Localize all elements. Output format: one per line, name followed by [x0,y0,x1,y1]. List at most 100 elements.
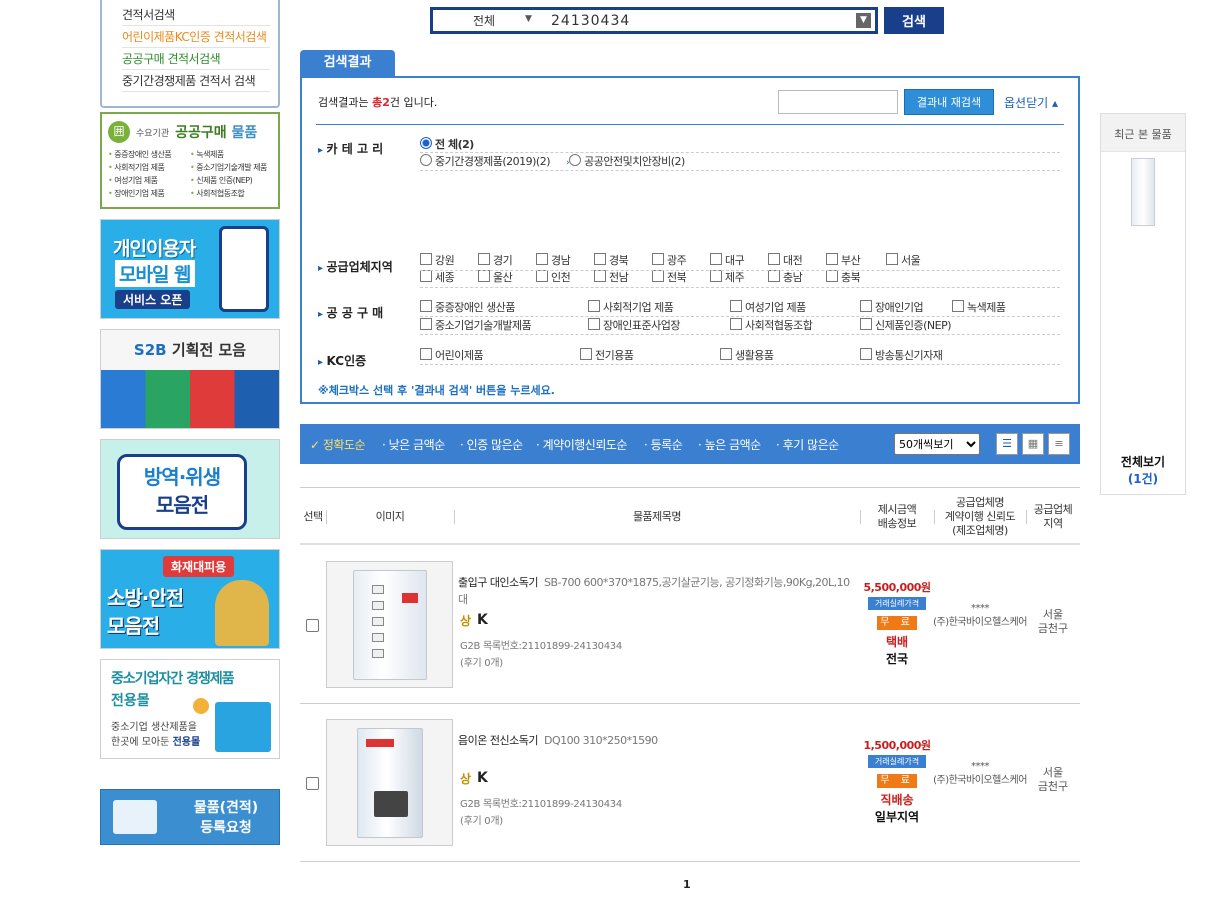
refine-search-input[interactable] [778,90,898,114]
region-option[interactable]: 충북 [826,269,861,285]
region-option[interactable]: 광주 [652,252,687,268]
public-option[interactable]: 장애인기업 [860,299,924,315]
public-option[interactable]: 중증장애인 생산품 [420,299,515,315]
checkbox-icon[interactable] [580,348,592,360]
category-safety[interactable]: › 공공안전및치안장비(2) [566,153,685,169]
checkbox-icon[interactable] [478,270,490,282]
sme-mall-banner[interactable]: 중소기업자간 경쟁제품 전용몰 중소기업 생산제품을 한곳에 모아둔 전용몰 [100,659,280,759]
search-category-select[interactable]: 전체 [473,12,495,29]
text-view-icon[interactable]: ≡ [1048,433,1070,455]
options-toggle[interactable]: 옵션닫기 ▴ [1004,94,1058,111]
region-option[interactable]: 서울 [886,252,921,268]
row-checkbox[interactable] [306,777,319,790]
category-all[interactable]: 전 체(2) [420,136,474,152]
caret-down-icon[interactable]: ▼ [525,14,532,24]
product-title[interactable]: 음이온 전신소독기 DQ100 310*250*1590 [458,732,858,749]
product-image[interactable] [326,561,453,688]
quarantine-banner[interactable]: 방역·위생 모음전 [100,439,280,539]
refine-search-button[interactable]: 결과내 재검색 [904,89,994,115]
sort-review[interactable]: · 후기 많은순 [776,436,839,453]
checkbox-icon[interactable] [730,300,742,312]
sort-accuracy[interactable]: ✓ 정확도순 [310,436,366,453]
public-option[interactable]: 사회적협동조합 [730,317,813,333]
menu-kc-quote-search[interactable]: 어린이제품KC인증 견적서검색 [122,26,270,48]
public-option[interactable]: 녹색제품 [952,299,1006,315]
checkbox-icon[interactable] [420,300,432,312]
menu-sme-quote-search[interactable]: 중기간경쟁제품 견적서 검색 [122,70,270,92]
kc-option[interactable]: 생활용품 [720,347,774,363]
checkbox-icon[interactable] [730,318,742,330]
checkbox-icon[interactable] [594,270,606,282]
register-request-banner[interactable]: 물품(견적) 등록요청 [100,789,280,845]
grid-view-icon[interactable]: ▦ [1022,433,1044,455]
sort-cert[interactable]: · 인증 많은순 [460,436,523,453]
checkbox-icon[interactable] [768,270,780,282]
checkbox-icon[interactable] [420,318,432,330]
public-option[interactable]: 장애인표준사업장 [588,317,680,333]
checkbox-icon[interactable] [420,270,432,282]
region-option[interactable]: 충남 [768,269,803,285]
checkbox-icon[interactable] [536,253,548,265]
s2b-exhibition-banner[interactable]: S2B 기획전 모음 [100,329,280,429]
page-number[interactable]: 1 [683,878,691,891]
sort-register[interactable]: · 등록순 [644,436,683,453]
checkbox-icon[interactable] [420,253,432,265]
recent-all[interactable]: 전체보기 (1건) [1101,454,1185,488]
list-view-icon[interactable]: ☰ [996,433,1018,455]
region-option[interactable]: 제주 [710,269,745,285]
public-option[interactable]: 여성기업 제품 [730,299,806,315]
checkbox-icon[interactable] [720,348,732,360]
region-option[interactable]: 대구 [710,252,745,268]
region-option[interactable]: 부산 [826,252,861,268]
public-option[interactable]: 사회적기업 제품 [588,299,674,315]
menu-public-quote-search[interactable]: 공공구매 견적서검색 [122,48,270,70]
checkbox-icon[interactable] [588,318,600,330]
category-sme[interactable]: 중기간경쟁제품(2019)(2) [420,153,551,169]
radio-on-icon[interactable] [420,137,432,149]
company-name[interactable]: (주)한국바이오헬스케어 [930,616,1030,630]
kc-option[interactable]: 방송통신기자재 [860,347,943,363]
kc-option[interactable]: 어린이제품 [420,347,484,363]
checkbox-icon[interactable] [860,318,872,330]
search-button[interactable]: 검색 [884,7,944,34]
region-option[interactable]: 세종 [420,269,455,285]
review-count[interactable]: (후기 0개) [460,655,622,672]
checkbox-icon[interactable] [768,253,780,265]
checkbox-icon[interactable] [886,253,898,265]
region-option[interactable]: 대전 [768,252,803,268]
region-option[interactable]: 전북 [652,269,687,285]
region-option[interactable]: 경북 [594,252,629,268]
checkbox-icon[interactable] [652,253,664,265]
result-tab[interactable]: 검색결과 [300,50,395,76]
sort-reliability[interactable]: · 계약이행신뢰도순 [536,436,627,453]
radio-icon[interactable] [420,154,432,166]
checkbox-icon[interactable] [710,253,722,265]
checkbox-icon[interactable] [536,270,548,282]
checkbox-icon[interactable] [420,348,432,360]
region-option[interactable]: 전남 [594,269,629,285]
product-title[interactable]: 출입구 대인소독기 SB-700 600*370*1875,공기살균기능, 공기정… [458,574,858,608]
sort-low-price[interactable]: · 낮은 금액순 [382,436,445,453]
search-input[interactable] [551,11,841,31]
checkbox-icon[interactable] [860,300,872,312]
menu-quote-search[interactable]: 견적서검색 [122,4,270,26]
kc-option[interactable]: 전기용품 [580,347,634,363]
checkbox-icon[interactable] [478,253,490,265]
page-size-select[interactable]: 50개씩보기 [894,433,980,455]
public-option[interactable]: 중소기업기술개발제품 [420,317,532,333]
dropdown-arrow-icon[interactable]: ▼ [856,13,871,28]
checkbox-icon[interactable] [860,348,872,360]
checkbox-icon[interactable] [652,270,664,282]
public-option[interactable]: 신제품인증(NEP) [860,317,952,333]
public-purchase-banner[interactable]: 囲 수요기관 공공구매 물품 중증장애인 생산품 녹색제품 사회적기업 제품 중… [100,112,280,209]
row-checkbox[interactable] [306,619,319,632]
product-image[interactable] [326,719,453,846]
region-option[interactable]: 경남 [536,252,571,268]
checkbox-icon[interactable] [952,300,964,312]
region-option[interactable]: 인천 [536,269,571,285]
region-option[interactable]: 경기 [478,252,513,268]
review-count[interactable]: (후기 0개) [460,813,622,830]
company-name[interactable]: (주)한국바이오헬스케어 [930,774,1030,788]
fire-safety-banner[interactable]: 화재대피용 소방·안전 모음전 [100,549,280,649]
checkbox-icon[interactable] [710,270,722,282]
